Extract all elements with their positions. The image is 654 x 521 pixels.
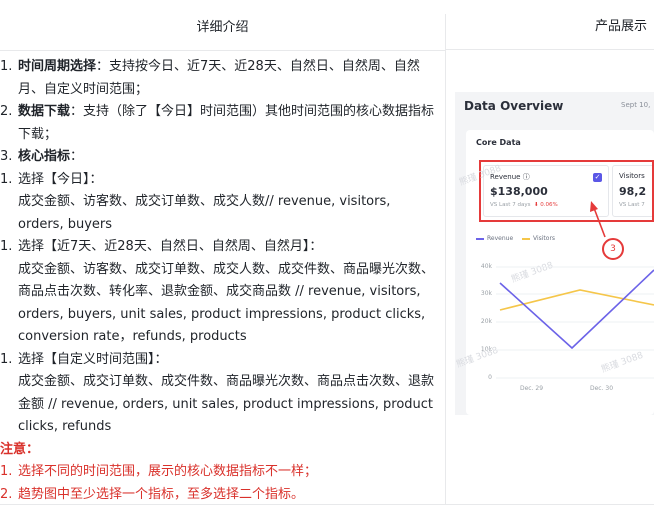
annotation-arrow	[593, 207, 606, 238]
feature-table: 详细介绍 产品展示 1. 时间周期选择：支持按今日、近7天、近28天、自然日、自…	[0, 0, 654, 521]
revenue-line	[499, 269, 654, 350]
trend-chart	[496, 201, 654, 379]
annotation-arrowhead	[590, 201, 598, 212]
